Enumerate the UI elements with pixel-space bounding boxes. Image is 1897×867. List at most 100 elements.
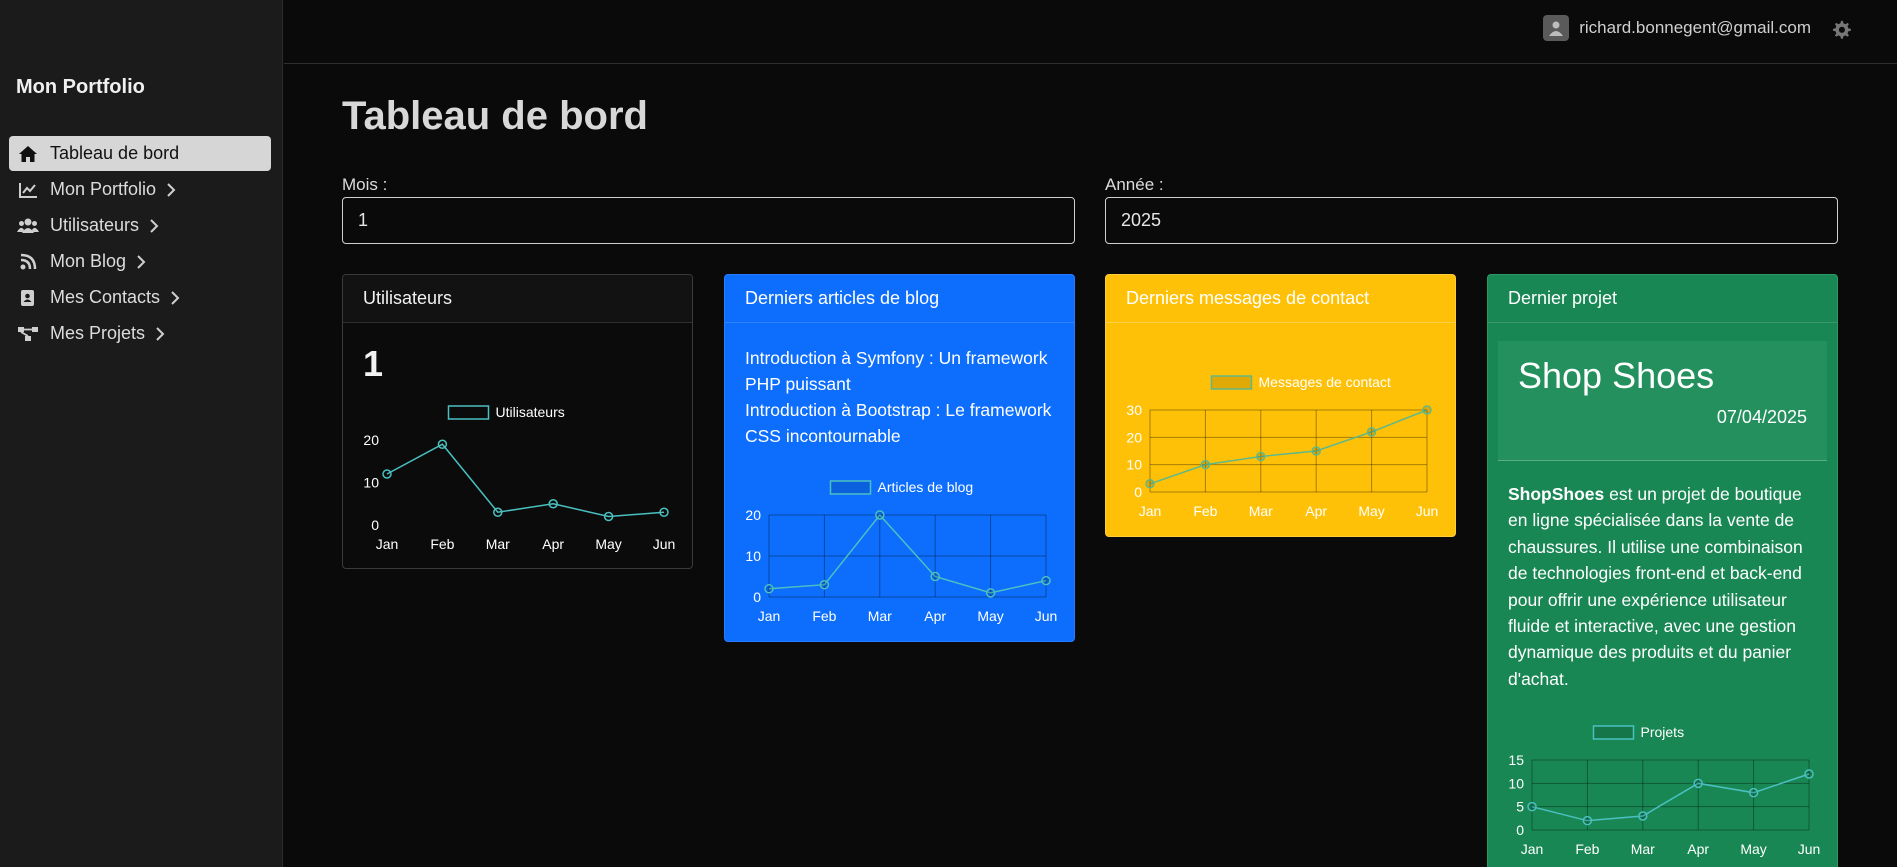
users-card: Utilisateurs 1 Utilisateurs 0 10 20 Jan Feb Ma… bbox=[342, 274, 693, 569]
year-label: Année : bbox=[1105, 175, 1164, 194]
contact-card-title: Derniers messages de contact bbox=[1106, 275, 1455, 323]
sidebar-item-tableau-de-bord[interactable]: Tableau de bord bbox=[9, 136, 271, 171]
user-email: richard.bonnegent@gmail.com bbox=[1579, 18, 1811, 37]
legend-label: Messages de contact bbox=[1259, 374, 1391, 390]
chevron-right-icon bbox=[166, 182, 176, 198]
data-point bbox=[1527, 801, 1537, 812]
sidebar-item-label: Tableau de bord bbox=[50, 143, 180, 163]
x-tick-label: May bbox=[977, 608, 1003, 624]
project-card: Dernier projet Shop Shoes 07/04/2025 Sho… bbox=[1487, 274, 1838, 867]
topbar: richard.bonnegent@gmail.com bbox=[284, 0, 1897, 64]
project-desc-bold: ShopShoes bbox=[1508, 484, 1605, 504]
legend-swatch bbox=[1592, 725, 1635, 740]
chevron-right-icon bbox=[136, 254, 146, 270]
data-point bbox=[1311, 446, 1321, 456]
data-point bbox=[548, 499, 558, 509]
x-tick-label: Jan bbox=[1521, 841, 1544, 857]
x-tick-label: Jun bbox=[1798, 841, 1821, 857]
data-point bbox=[764, 584, 774, 594]
data-point bbox=[1804, 769, 1814, 779]
x-tick-label: Feb bbox=[1575, 841, 1599, 857]
data-point bbox=[1145, 479, 1155, 489]
home-icon bbox=[16, 144, 40, 164]
line-chart-icon bbox=[16, 180, 40, 200]
sidebar-item-mon-blog[interactable]: Mon Blog bbox=[9, 244, 271, 279]
data-point bbox=[1200, 459, 1211, 470]
y-tick-label: 10 bbox=[1508, 775, 1524, 791]
y-tick-label: 30 bbox=[1126, 402, 1142, 418]
blog-card: Derniers articles de blog Introduction à… bbox=[724, 274, 1075, 642]
legend-label: Utilisateurs bbox=[496, 404, 565, 420]
x-tick-label: Feb bbox=[812, 608, 836, 624]
x-tick-label: Mar bbox=[868, 608, 892, 624]
data-point bbox=[659, 507, 669, 517]
sidebar-item-mon-portfolio[interactable]: Mon Portfolio bbox=[9, 172, 271, 207]
data-point bbox=[1422, 405, 1432, 415]
chevron-right-icon bbox=[170, 290, 180, 306]
user-menu[interactable]: richard.bonnegent@gmail.com bbox=[1543, 15, 1811, 41]
x-tick-label: Jun bbox=[1035, 608, 1058, 624]
blog-article-link[interactable]: Introduction à Bootstrap : Le framework … bbox=[745, 397, 1054, 449]
y-tick-label: 20 bbox=[363, 432, 379, 448]
sidebar-item-label: Mon Blog bbox=[50, 251, 127, 271]
series-line bbox=[1531, 773, 1810, 822]
blog-icon bbox=[16, 252, 40, 272]
sidebar-item-label: Mon Portfolio bbox=[50, 179, 157, 199]
month-input[interactable]: 1 bbox=[342, 197, 1075, 244]
y-tick-label: 20 bbox=[1126, 429, 1142, 445]
data-point bbox=[603, 511, 614, 522]
data-point bbox=[382, 469, 392, 479]
project-summary: Shop Shoes 07/04/2025 bbox=[1498, 341, 1827, 461]
sidebar-item-mes-contacts[interactable]: Mes Contacts bbox=[9, 280, 271, 315]
gear-icon[interactable] bbox=[1830, 19, 1852, 46]
data-point bbox=[1638, 811, 1648, 821]
y-tick-label: 0 bbox=[1134, 484, 1142, 500]
sidebar-item-mes-projets[interactable]: Mes Projets bbox=[9, 316, 271, 351]
x-tick-label: Jan bbox=[758, 608, 781, 624]
x-tick-label: Mar bbox=[486, 536, 510, 552]
month-label: Mois : bbox=[342, 175, 388, 194]
project-desc-text: est un projet de boutique en ligne spéci… bbox=[1508, 484, 1803, 689]
data-point bbox=[819, 579, 830, 590]
contact-book-icon bbox=[16, 288, 40, 308]
y-tick-label: 0 bbox=[371, 517, 379, 533]
sidebar: Mon Portfolio Tableau de bord Mon Portfo… bbox=[0, 0, 283, 867]
data-point bbox=[493, 507, 503, 517]
data-point bbox=[1256, 451, 1266, 462]
x-tick-label: Apr bbox=[1305, 503, 1327, 519]
y-tick-label: 0 bbox=[753, 589, 761, 605]
x-tick-label: May bbox=[1740, 841, 1766, 857]
contact-chart: Messages de contact 0 10 20 30 Jan Feb Mar Apr Ma… bbox=[1126, 374, 1439, 519]
blog-chart: Articles de blog 0 10 20 Jan Feb Mar Apr May Jun bbox=[745, 479, 1058, 624]
project-card-title: Dernier projet bbox=[1488, 275, 1837, 323]
y-tick-label: 20 bbox=[745, 507, 761, 523]
data-point bbox=[437, 439, 448, 449]
blog-article-list: Introduction à Symfony : Un framework PH… bbox=[745, 345, 1054, 449]
x-tick-label: May bbox=[595, 536, 621, 552]
brand-title[interactable]: Mon Portfolio bbox=[16, 76, 145, 99]
year-input[interactable]: 2025 bbox=[1105, 197, 1838, 244]
sidebar-item-utilisateurs[interactable]: Utilisateurs bbox=[9, 208, 271, 243]
app-root: Mon Portfolio Tableau de bord Mon Portfo… bbox=[0, 0, 1897, 867]
data-point bbox=[1041, 575, 1051, 586]
legend-swatch bbox=[447, 405, 490, 420]
legend-label: Articles de blog bbox=[878, 479, 974, 495]
users-chart: Utilisateurs 0 10 20 Jan Feb Mar Apr May Jun bbox=[363, 404, 675, 552]
project-chart: Projets 0 5 10 15 Jan Feb Mar Apr May Jun bbox=[1508, 724, 1821, 857]
users-card-title: Utilisateurs bbox=[343, 275, 692, 323]
data-point bbox=[875, 510, 885, 520]
project-name[interactable]: Shop Shoes bbox=[1518, 355, 1714, 397]
users-icon bbox=[16, 216, 40, 236]
data-point bbox=[1693, 778, 1703, 789]
users-count: 1 bbox=[363, 343, 384, 384]
sidebar-item-label: Mes Projets bbox=[50, 323, 146, 343]
series-line bbox=[1149, 409, 1428, 485]
chevron-right-icon bbox=[155, 326, 165, 342]
contact-card: Derniers messages de contact Messages de… bbox=[1105, 274, 1456, 537]
blog-article-link[interactable]: Introduction à Symfony : Un framework PH… bbox=[745, 345, 1054, 397]
x-tick-label: Jun bbox=[1416, 503, 1439, 519]
data-point bbox=[1582, 815, 1593, 826]
legend-label: Projets bbox=[1641, 724, 1685, 740]
x-tick-label: Jan bbox=[1139, 503, 1162, 519]
x-tick-label: Apr bbox=[542, 536, 564, 552]
